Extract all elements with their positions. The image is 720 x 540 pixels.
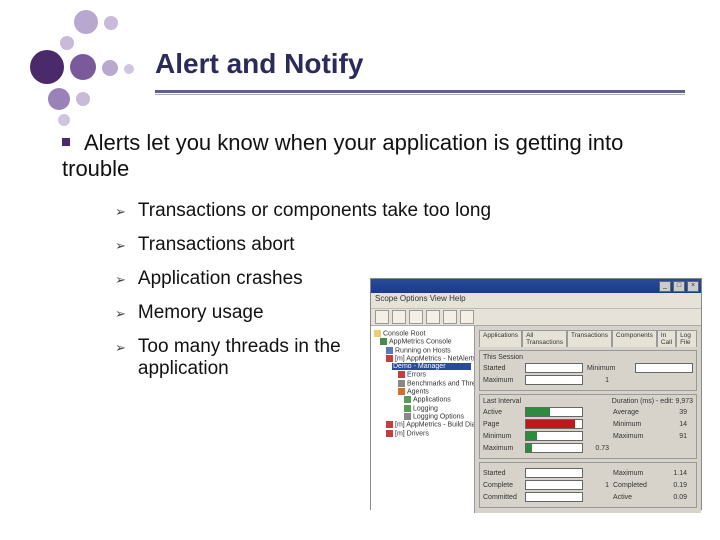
detail-panel: Applications All Transactions Transactio… <box>475 326 701 513</box>
arrow-icon: ➢ <box>115 272 126 288</box>
monitor-icon <box>386 355 393 362</box>
group-title: This Session <box>483 354 693 361</box>
group-this-session: This Session StartedMinimum Maximum1 <box>479 350 697 391</box>
sub-bullet-text: Too many threads in the application <box>138 336 378 380</box>
metric-bar <box>525 431 583 441</box>
monitor-icon <box>386 421 393 428</box>
title-underline-thin <box>155 94 685 95</box>
toolbar-properties-icon[interactable] <box>443 310 457 324</box>
tab-in-call[interactable]: In Call <box>657 330 676 347</box>
metric-bar <box>525 492 583 502</box>
tab-log-file[interactable]: Log File <box>676 330 697 347</box>
error-icon <box>398 371 405 378</box>
metric-bar <box>635 363 693 373</box>
tree-node: Logging Options <box>404 413 471 420</box>
duration-label: Duration (ms) - edit: 9,973 <box>612 398 693 405</box>
main-bullet: Alerts let you know when your applicatio… <box>62 130 690 182</box>
group-last-interval: Last Interval Duration (ms) - edit: 9,973… <box>479 394 697 459</box>
tab-strip: Applications All Transactions Transactio… <box>479 330 697 347</box>
tree-node: Logging <box>404 405 471 412</box>
app-icon <box>380 338 387 345</box>
agent-icon <box>398 388 405 395</box>
toolbar-forward-icon[interactable] <box>392 310 406 324</box>
arrow-icon: ➢ <box>115 238 126 254</box>
benchmark-icon <box>398 380 405 387</box>
metric-bar <box>525 468 583 478</box>
tab-applications[interactable]: Applications <box>479 330 522 347</box>
tree-node: Errors <box>398 371 471 378</box>
maximize-button[interactable]: □ <box>673 281 685 292</box>
minimize-button[interactable]: _ <box>659 281 671 292</box>
arrow-icon: ➢ <box>115 306 126 322</box>
toolbar-refresh-icon[interactable] <box>426 310 440 324</box>
logo-graphic <box>20 10 150 140</box>
driver-icon <box>386 430 393 437</box>
slide-title: Alert and Notify <box>155 48 363 80</box>
tree-node: Applications <box>404 396 471 403</box>
logging-icon <box>404 405 411 412</box>
close-button[interactable]: × <box>687 281 699 292</box>
group-summary: StartedMaximum1.14 Complete1Completed0.1… <box>479 462 697 508</box>
sub-bullet-text: Transactions abort <box>138 234 295 256</box>
metric-bar <box>525 443 583 453</box>
toolbar-back-icon[interactable] <box>375 310 389 324</box>
host-icon <box>386 347 393 354</box>
toolbar-up-icon[interactable] <box>409 310 423 324</box>
metric-bar <box>525 419 583 429</box>
sub-bullet-text: Application crashes <box>138 268 303 290</box>
sub-bullet-text: Transactions or components take too long <box>138 200 491 222</box>
nav-tree[interactable]: Console Root AppMetrics Console Running … <box>371 326 475 513</box>
sub-bullet-text: Memory usage <box>138 302 264 324</box>
menu-bar[interactable]: Scope Options View Help <box>371 293 701 309</box>
arrow-icon: ➢ <box>115 340 126 356</box>
window-titlebar: _ □ × <box>371 279 701 293</box>
tree-node: Console Root <box>374 330 471 337</box>
tree-node: Agents <box>398 388 471 395</box>
embedded-app-window: _ □ × Scope Options View Help Console Ro… <box>370 278 702 510</box>
tab-all-transactions[interactable]: All Transactions <box>522 330 567 347</box>
options-icon <box>404 413 411 420</box>
tree-node-selected: Demo - Manager <box>392 363 471 370</box>
main-bullet-text: Alerts let you know when your applicatio… <box>62 130 623 181</box>
group-title: Last Interval <box>483 398 521 405</box>
tree-node: [m] Drivers <box>386 430 471 437</box>
tab-transactions[interactable]: Transactions <box>567 330 612 347</box>
application-icon <box>404 396 411 403</box>
metric-bar <box>525 407 583 417</box>
title-underline <box>155 90 685 93</box>
toolbar <box>371 309 701 326</box>
tree-node: Running on Hosts <box>386 347 471 354</box>
tab-components[interactable]: Components <box>612 330 657 347</box>
tree-node: [m] AppMetrics - NetAlerts <box>386 355 471 362</box>
bullet-square-icon <box>62 138 70 146</box>
tree-node: [m] AppMetrics - Build Diagnostics <box>386 421 471 428</box>
metric-bar <box>525 480 583 490</box>
tree-node: AppMetrics Console <box>380 338 471 345</box>
tree-node: Benchmarks and Thresholds <box>398 380 471 387</box>
metric-bar <box>525 375 583 385</box>
toolbar-help-icon[interactable] <box>460 310 474 324</box>
folder-icon <box>374 330 381 337</box>
arrow-icon: ➢ <box>115 204 126 220</box>
metric-bar <box>525 363 583 373</box>
